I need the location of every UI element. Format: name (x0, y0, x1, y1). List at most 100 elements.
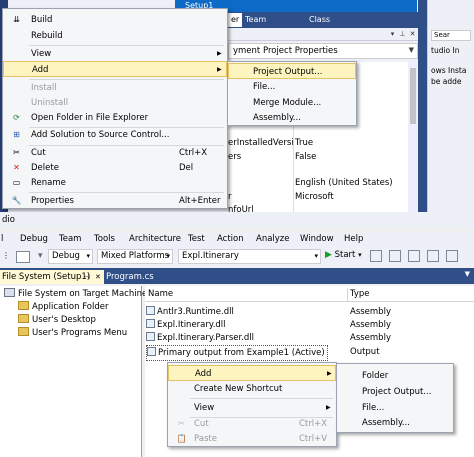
tree-item-users-desktop[interactable]: User's Desktop (18, 314, 96, 325)
toolbar-icon[interactable] (408, 250, 420, 262)
menu-item-view[interactable]: View ▶ (168, 400, 336, 416)
property-row[interactable]: ers False (228, 150, 408, 164)
property-row[interactable]: erInstalledVersionTrue (228, 136, 408, 150)
project-context-menu: ⇊ Build Rebuild View ▶ Add ▶ Install Uninst… (2, 8, 228, 209)
folder-icon (18, 301, 29, 310)
tab-solution-explorer[interactable]: er (228, 13, 242, 27)
menu-item-file[interactable]: File... (337, 400, 453, 416)
menu-item-add-source-control[interactable]: ⊞ Add Solution to Source Control... (3, 127, 227, 143)
separator-icon: ▾ (38, 251, 43, 261)
panel-divider (418, 0, 427, 212)
menu-item-create-shortcut[interactable]: Create New Shortcut (168, 381, 336, 397)
pin-icon[interactable]: ⊣ (84, 270, 90, 284)
close-icon[interactable]: ✕ (408, 30, 417, 39)
menu-window[interactable]: Window (300, 234, 334, 244)
tab-file-system[interactable]: File System (Setup1) ⊣ ✕ (0, 270, 104, 284)
property-row[interactable]: English (United States) (228, 176, 408, 190)
chevron-down-icon[interactable]: ▼ (465, 270, 470, 278)
menu-debug[interactable]: Debug (20, 234, 48, 244)
tree-item-application-folder[interactable]: Application Folder (18, 301, 108, 312)
start-button[interactable]: ▶ Start ▾ (325, 250, 362, 260)
menu-item-add[interactable]: Add ▶ (3, 61, 227, 77)
menu-item-assembly[interactable]: Assembly... (228, 110, 356, 126)
chevron-down-icon: ▾ (166, 252, 170, 260)
menu-item-delete[interactable]: ✕ Delete Del (3, 160, 227, 176)
menu-item-file[interactable]: File... (228, 79, 356, 95)
menu-architecture[interactable]: Architecture (129, 234, 181, 244)
tab-program-cs[interactable]: Program.cs (106, 270, 154, 284)
cut-icon: ✂ (13, 148, 20, 157)
file-row[interactable]: Antlr3.Runtime.dll Assembly (145, 305, 474, 319)
menu-item-project-output[interactable]: Project Output... (337, 384, 453, 400)
property-row[interactable]: r Microsoft (228, 190, 408, 204)
configuration-combo[interactable]: Debug ▾ (48, 249, 93, 264)
menu-team[interactable]: Team (59, 234, 81, 244)
file-row[interactable]: Expl.Itinerary.dll Assembly (145, 318, 474, 332)
toolbar-icon[interactable] (427, 250, 439, 262)
menu-help[interactable]: Help (344, 234, 363, 244)
tree-item-users-programs-menu[interactable]: User's Programs Menu (18, 327, 127, 338)
menu-item-open-folder[interactable]: ⟳ Open Folder in File Explorer (3, 110, 227, 126)
menu-item-properties[interactable]: 🔧 Properties Alt+Enter (3, 193, 227, 209)
chevron-down-icon: ▾ (314, 252, 318, 260)
menu-separator (190, 398, 333, 399)
properties-scrollbar[interactable] (408, 62, 418, 212)
column-type[interactable]: Type (350, 289, 370, 299)
menu-item-rename[interactable]: ▭ Rename (3, 175, 227, 191)
menu-analyze[interactable]: Analyze (256, 234, 290, 244)
tree-root[interactable]: File System on Target Machine (4, 288, 147, 299)
scrollbar-thumb[interactable] (410, 68, 416, 124)
close-icon[interactable]: ✕ (95, 270, 101, 284)
menu-item-cut[interactable]: ✂ Cut Ctrl+X (3, 145, 227, 161)
standard-toolbar: ⋮ ▾ Debug ▾ Mixed Platforms ▾ Expl.Itinera… (0, 248, 474, 266)
file-row-selected[interactable]: Primary output from Example1 (Active) Out… (145, 345, 474, 361)
tab-team-explorer[interactable]: Team Explorer (242, 13, 304, 38)
folder-icon (18, 314, 29, 323)
menu-item-merge-module[interactable]: Merge Module... (228, 95, 356, 111)
window-title: dio (2, 215, 15, 225)
refresh-folder-icon: ⟳ (13, 113, 20, 122)
search-input[interactable]: Sear (431, 30, 471, 41)
menu-item-assembly[interactable]: Assembly... (337, 415, 453, 431)
pin-icon[interactable]: ⊥ (398, 30, 407, 39)
top-vs-window: Setup1 er Team Explorer Class View ▾ ⊥ ✕… (0, 0, 474, 215)
menu-tools[interactable]: Tools (94, 234, 115, 244)
menu-item-add[interactable]: Add ▶ (168, 365, 336, 381)
menu-test[interactable]: Test (188, 234, 205, 244)
menu-item-view[interactable]: View ▶ (3, 46, 227, 62)
build-icon: ⇊ (13, 15, 20, 24)
add-submenu: Project Output... File... Merge Module..… (227, 61, 357, 126)
delete-icon: ✕ (13, 163, 20, 172)
menu-item-cut[interactable]: ✂ Cut Ctrl+X (168, 416, 336, 432)
menu-item-build[interactable]: ⇊ Build (3, 12, 227, 28)
toolbar-icon[interactable] (446, 250, 458, 262)
toolbar-icon[interactable] (16, 251, 30, 263)
folder-icon (18, 327, 29, 336)
properties-title-bar: ▾ ⊥ ✕ (228, 28, 418, 41)
menu-item-install[interactable]: Install (3, 80, 227, 96)
startup-project-combo[interactable]: Expl.Itinerary ▾ (178, 249, 321, 264)
menu-item-project-output[interactable]: Project Output... (228, 63, 356, 79)
right-panel-text: tudio In (431, 46, 460, 55)
column-name[interactable]: Name (148, 289, 173, 299)
menu-item-paste[interactable]: 📋 Paste Ctrl+V (168, 431, 336, 447)
column-divider[interactable] (347, 288, 348, 302)
source-control-icon: ⊞ (13, 130, 20, 139)
toolbar-icon[interactable] (389, 250, 401, 262)
right-panel-text: be adde (431, 77, 462, 86)
submenu-arrow-icon: ▶ (217, 66, 222, 73)
tab-class-view[interactable]: Class View (306, 13, 354, 38)
platform-combo[interactable]: Mixed Platforms ▾ (97, 249, 173, 264)
properties-object-combo[interactable]: yment Project Properties ▼ (228, 43, 418, 59)
file-row[interactable]: Expl.Itinerary.Parser.dll Assembly (145, 331, 474, 345)
toolbar-icon[interactable] (370, 250, 382, 262)
menu-item-uninstall[interactable]: Uninstall (3, 95, 227, 111)
paste-icon: 📋 (176, 434, 187, 443)
window-title-bar: dio (0, 212, 474, 228)
submenu-arrow-icon: ▶ (327, 370, 332, 377)
properties-icon: 🔧 (11, 196, 22, 205)
menu-item-folder[interactable]: Folder (337, 368, 453, 384)
menu-action[interactable]: Action (217, 234, 244, 244)
menu-item-rebuild[interactable]: Rebuild (3, 28, 227, 44)
dropdown-icon[interactable]: ▾ (388, 30, 397, 39)
